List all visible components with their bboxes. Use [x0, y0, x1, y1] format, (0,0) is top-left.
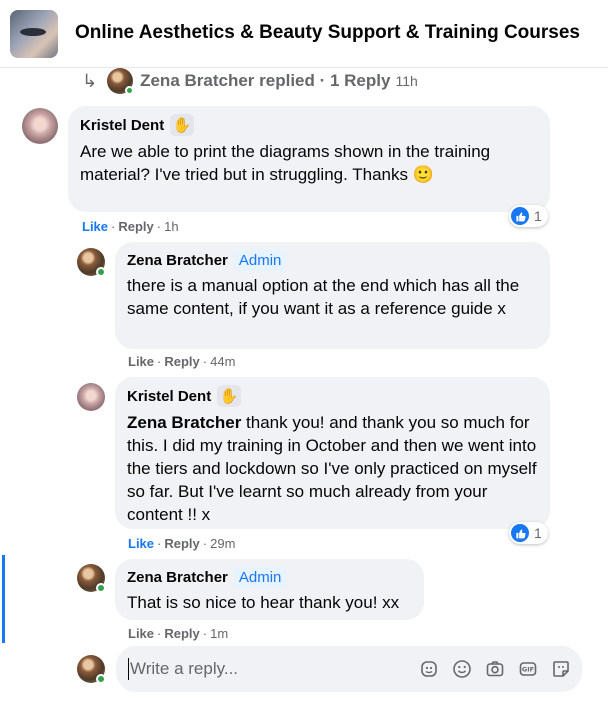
comment-text: That is so nice to hear thank you! xx — [127, 593, 400, 612]
comment-bubble: Zena Bratcher Admin there is a manual op… — [115, 242, 550, 349]
like-button[interactable]: Like — [128, 354, 154, 369]
reaction-count[interactable]: 1 — [509, 205, 548, 227]
replied-summary-text[interactable]: Zena Bratcher replied · 1 Reply — [140, 71, 390, 91]
online-indicator — [96, 267, 106, 277]
avatar-sticker-icon[interactable] — [418, 658, 440, 680]
admin-badge: Admin — [233, 567, 287, 588]
comment-text: Zena Bratcher thank you! and thank you s… — [127, 411, 538, 526]
reply-button[interactable]: Reply — [164, 626, 199, 641]
emoji-icon[interactable] — [451, 658, 473, 680]
group-header: Online Aesthetics & Beauty Support & Tra… — [0, 0, 608, 68]
reaction-number: 1 — [534, 208, 542, 224]
comment-bubble: Zena Bratcher Admin That is so nice to h… — [115, 559, 424, 620]
reply-button[interactable]: Reply — [164, 354, 199, 369]
comment-bubble: Kristel Dent ✋ Are we able to print the … — [68, 106, 550, 212]
comment-time[interactable]: 44m — [210, 354, 235, 369]
avatar[interactable] — [77, 383, 105, 411]
online-indicator — [96, 674, 106, 684]
comment-time[interactable]: 1h — [164, 219, 178, 234]
avatar — [107, 68, 135, 95]
camera-icon[interactable] — [484, 658, 506, 680]
comment-actions: Like · Reply · 29m — [128, 536, 236, 551]
like-reaction-icon — [511, 207, 529, 225]
comment-time[interactable]: 1m — [210, 626, 228, 641]
group-thumbnail[interactable] — [10, 10, 58, 58]
comment-actions: Like · Reply · 44m — [128, 354, 236, 369]
smile-emoji-icon: 🙂 — [412, 165, 434, 184]
group-title[interactable]: Online Aesthetics & Beauty Support & Tra… — [75, 22, 580, 44]
avatar[interactable] — [77, 564, 106, 593]
comment-actions: Like · Reply · 1m — [128, 626, 229, 641]
like-reaction-icon — [511, 524, 529, 542]
comment-author[interactable]: Zena Bratcher — [127, 252, 228, 269]
comment-text: Are we able to print the diagrams shown … — [80, 140, 538, 186]
comment-author[interactable]: Zena Bratcher — [127, 569, 228, 586]
svg-text:GIF: GIF — [522, 666, 534, 674]
reply-composer[interactable]: GIF — [116, 646, 582, 692]
comment-author[interactable]: Kristel Dent — [127, 388, 211, 405]
replies-summary[interactable]: ↳ Zena Bratcher replied · 1 Reply 11h — [82, 67, 418, 95]
wave-hand-icon: ✋ — [170, 114, 195, 136]
like-button[interactable]: Like — [82, 219, 108, 234]
online-indicator — [96, 583, 106, 593]
thread-indicator — [2, 555, 5, 643]
replied-summary-time: 11h — [395, 73, 418, 89]
comment-text: there is a manual option at the end whic… — [127, 276, 520, 318]
reply-button[interactable]: Reply — [164, 536, 199, 551]
gif-icon[interactable]: GIF — [517, 658, 539, 680]
comment-bubble: Kristel Dent ✋ Zena Bratcher thank you! … — [115, 377, 550, 529]
avatar[interactable] — [77, 248, 106, 277]
reply-arrow-icon: ↳ — [82, 70, 98, 91]
like-button[interactable]: Like — [128, 626, 154, 641]
composer-tools: GIF — [407, 646, 572, 692]
wave-hand-icon: ✋ — [217, 385, 242, 407]
mention-link[interactable]: Zena Bratcher — [127, 413, 241, 432]
like-button[interactable]: Like — [128, 536, 154, 551]
comment-time[interactable]: 29m — [210, 536, 235, 551]
text-caret — [128, 658, 129, 680]
online-indicator — [125, 86, 135, 95]
reply-button[interactable]: Reply — [118, 219, 153, 234]
avatar[interactable] — [22, 108, 58, 144]
reaction-count[interactable]: 1 — [509, 522, 548, 544]
avatar[interactable] — [77, 655, 106, 684]
comment-actions: Like · Reply · 1h — [82, 219, 179, 234]
sticker-icon[interactable] — [550, 658, 572, 680]
reaction-number: 1 — [534, 525, 542, 541]
reply-input[interactable] — [130, 659, 410, 679]
admin-badge: Admin — [233, 250, 287, 271]
comment-author[interactable]: Kristel Dent — [80, 117, 164, 134]
